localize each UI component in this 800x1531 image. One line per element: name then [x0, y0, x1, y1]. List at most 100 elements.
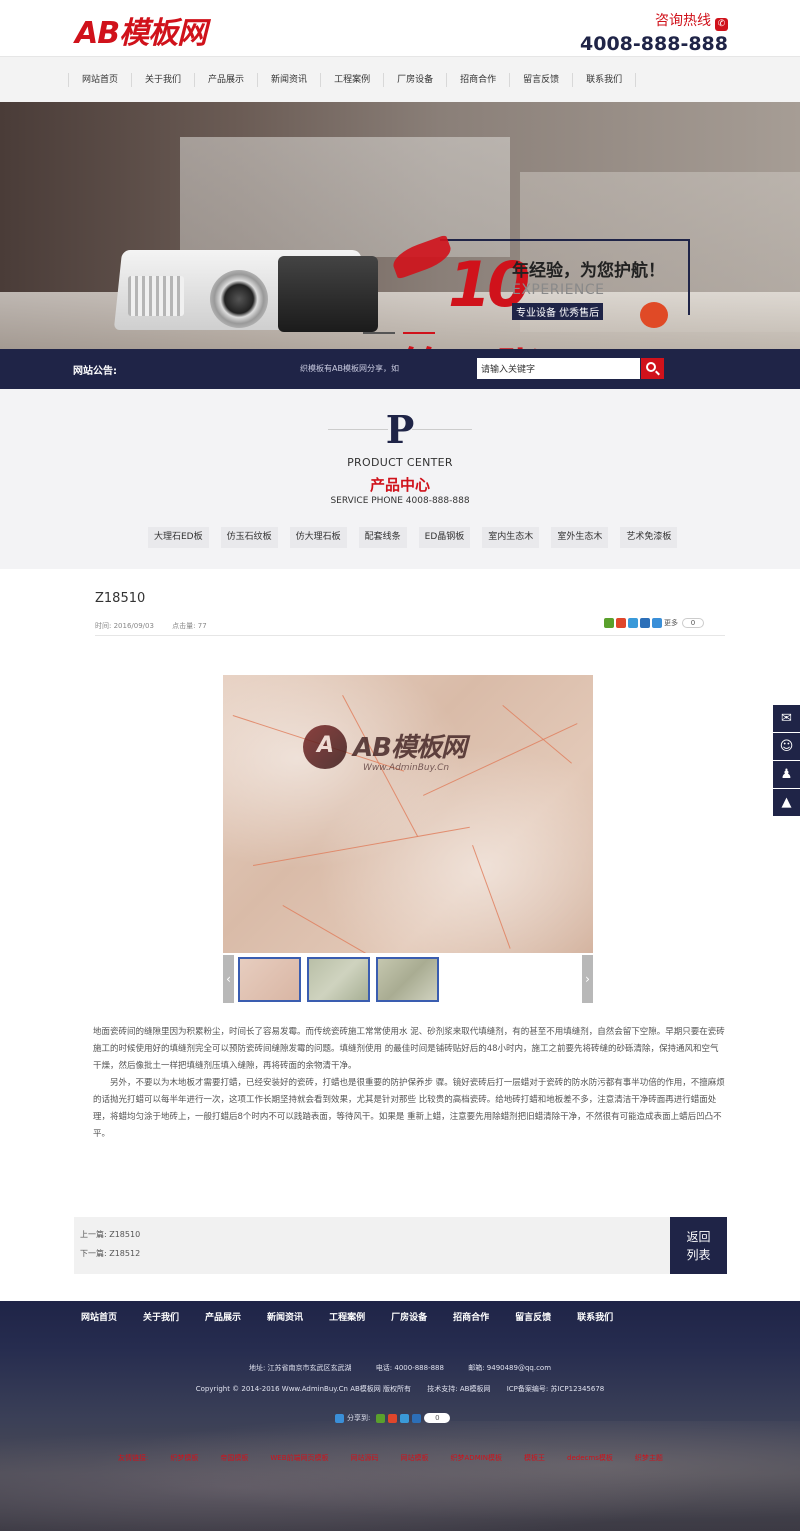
share-tencent-icon[interactable]	[628, 618, 638, 628]
footer: 网站首页 关于我们 产品展示 新闻资讯 工程案例 厂房设备 招商合作 留言反馈 …	[0, 1301, 800, 1531]
product-main-image[interactable]: A AB模板网 Www.AdminBuy.Cn	[223, 675, 593, 953]
watermark-logo: A AB模板网 Www.AdminBuy.Cn	[303, 725, 513, 785]
nav-item-news[interactable]: 新闻资讯	[257, 73, 320, 87]
nav-item-cases[interactable]: 工程案例	[320, 73, 383, 87]
chevron-left-icon[interactable]: ‹	[223, 955, 234, 1003]
site-logo[interactable]: AB模板网	[75, 8, 207, 52]
friend-link[interactable]: 织梦ADMIN模板	[451, 1453, 503, 1463]
nav-item-investment[interactable]: 招商合作	[446, 73, 509, 87]
category-tab[interactable]: 艺术免漆板	[620, 527, 678, 548]
section-title-en: PRODUCT CENTER	[347, 456, 453, 469]
banner-slider[interactable]: 10 年经验，为您护航！ EXPERIENCE 专业设备 优秀售后 第二张	[0, 102, 800, 349]
icp-number[interactable]: ICP备案编号: 苏ICP12345678	[507, 1385, 605, 1393]
category-tab[interactable]: 仿大理石板	[289, 527, 347, 548]
share-renren-icon[interactable]	[412, 1413, 422, 1423]
category-tab[interactable]: ED晶钢板	[418, 527, 471, 548]
share-count: 0	[424, 1413, 451, 1423]
footer-address: 地址: 江苏省南京市玄武区玄武湖	[248, 1364, 352, 1372]
footer-nav-item[interactable]: 留言反馈	[502, 1310, 564, 1323]
article-paragraph: 另外，不要以为木地板才需要打蜡，已经安装好的瓷砖，打蜡也是很重要的防护保养步 骤…	[93, 1078, 725, 1139]
friend-link[interactable]: 网站源码	[351, 1453, 379, 1463]
share-weibo-icon[interactable]	[616, 618, 626, 628]
friend-link[interactable]: 织梦模板	[170, 1453, 198, 1463]
share-qzone-icon[interactable]	[604, 618, 614, 628]
friend-link[interactable]: WEB前端网页模板	[270, 1453, 328, 1463]
friend-link[interactable]: dedecms模板	[567, 1453, 613, 1463]
tech-support: 技术支持: AB模板网	[427, 1385, 491, 1393]
nav-item-feedback[interactable]: 留言反馈	[509, 73, 572, 87]
friend-link[interactable]: 织梦主题	[635, 1453, 663, 1463]
section-letter: P	[385, 407, 415, 452]
footer-nav-item[interactable]: 招商合作	[440, 1310, 502, 1323]
product-detail: Z18510 时间: 2016/09/03 点击量: 77 更多 0 A AB模…	[0, 569, 800, 1301]
section-title-cn: 产品中心	[369, 476, 430, 494]
back-to-list-button[interactable]: 返回 列表	[670, 1217, 727, 1274]
chevron-right-icon[interactable]: ›	[582, 955, 593, 1003]
banner-petal-decoration	[640, 302, 668, 328]
share-plus-icon[interactable]	[335, 1413, 344, 1423]
share-more-link[interactable]: 更多	[664, 618, 678, 628]
qq-icon[interactable]: ♟	[773, 761, 800, 788]
prev-next-nav: 上一篇: Z18510 下一篇: Z18512	[74, 1217, 670, 1274]
nav-item-home[interactable]: 网站首页	[68, 73, 131, 87]
share-renren-icon[interactable]	[640, 618, 650, 628]
friend-link[interactable]: 帝国模板	[220, 1453, 248, 1463]
phone-icon: ✆	[715, 18, 728, 31]
friend-link[interactable]: 网站模板	[401, 1453, 429, 1463]
users-icon[interactable]: ☺	[773, 733, 800, 760]
search-button[interactable]	[641, 358, 664, 379]
footer-nav-item[interactable]: 产品展示	[192, 1310, 254, 1323]
top-arrow-icon[interactable]: ▲	[773, 789, 800, 816]
category-tab[interactable]: 仿玉石纹板	[220, 527, 278, 548]
chat-icon[interactable]: ✉	[773, 705, 800, 732]
footer-nav-item[interactable]: 新闻资讯	[254, 1310, 316, 1323]
footer-share-bar: 分享到: 0	[335, 1413, 451, 1423]
nav-item-products[interactable]: 产品展示	[194, 73, 257, 87]
hotline: 咨询热线 ✆ 4008-888-888	[580, 10, 728, 55]
nav-item-about[interactable]: 关于我们	[131, 73, 194, 87]
notice-text[interactable]: 织模板有AB模板网分享，如	[300, 363, 399, 374]
banner-title: 年经验，为您护航！	[512, 261, 665, 281]
notice-bar: 网站公告: 织模板有AB模板网分享，如	[0, 349, 800, 389]
category-tab[interactable]: 配套线条	[358, 527, 407, 548]
footer-nav-item[interactable]: 厂房设备	[378, 1310, 440, 1323]
main-nav: 网站首页 关于我们 产品展示 新闻资讯 工程案例 厂房设备 招商合作 留言反馈 …	[0, 56, 800, 102]
thumbnail[interactable]	[376, 957, 439, 1002]
floating-side-toolbar: ✉ ☺ ♟ ▲	[773, 705, 800, 817]
footer-nav-item[interactable]: 网站首页	[68, 1310, 130, 1323]
article-paragraph: 地面瓷砖间的缝隙里因为积累粉尘，时间长了容易发霉。而传统瓷砖施工常常使用水 泥、…	[93, 1027, 725, 1071]
publish-time: 时间: 2016/09/03	[95, 622, 154, 630]
footer-nav-item[interactable]: 联系我们	[564, 1310, 626, 1323]
friend-link[interactable]: 模板王	[524, 1453, 545, 1463]
thumbnail[interactable]	[307, 957, 370, 1002]
share-tencent-icon[interactable]	[400, 1413, 410, 1423]
footer-nav-item[interactable]: 关于我们	[130, 1310, 192, 1323]
slider-dot-active[interactable]	[403, 332, 435, 334]
share-more-icon[interactable]	[652, 618, 662, 628]
category-tab[interactable]: 室外生态木	[551, 527, 609, 548]
thumbnail[interactable]	[238, 957, 301, 1002]
copyright-text: Copyright © 2014-2016 Www.AdminBuy.Cn AB…	[195, 1385, 412, 1393]
hotline-label: 咨询热线	[655, 13, 711, 29]
banner-subtitle: EXPERIENCE	[512, 282, 605, 298]
friend-links: 友情链接: 织梦模板 帝国模板 WEB前端网页模板 网站源码 网站模板 织梦AD…	[118, 1453, 685, 1463]
friend-links-label: 友情链接:	[118, 1454, 149, 1462]
nav-item-equipment[interactable]: 厂房设备	[383, 73, 446, 87]
footer-nav-item[interactable]: 工程案例	[316, 1310, 378, 1323]
share-bar: 更多 0	[604, 618, 704, 628]
product-meta: 时间: 2016/09/03 点击量: 77	[95, 621, 207, 631]
share-weibo-icon[interactable]	[388, 1413, 398, 1423]
footer-nav: 网站首页 关于我们 产品展示 新闻资讯 工程案例 厂房设备 招商合作 留言反馈 …	[68, 1301, 626, 1331]
banner-big-text: 第二张	[400, 334, 544, 349]
share-qzone-icon[interactable]	[376, 1413, 386, 1423]
projector-image	[113, 232, 378, 332]
category-tab[interactable]: 室内生态木	[482, 527, 540, 548]
category-tab[interactable]: 大理石ED板	[148, 527, 209, 548]
next-article-link[interactable]: 下一篇: Z18512	[80, 1248, 140, 1259]
prev-article-link[interactable]: 上一篇: Z18510	[80, 1229, 140, 1240]
search-input[interactable]	[477, 358, 640, 379]
slider-dot[interactable]	[363, 332, 395, 334]
footer-contact: 地址: 江苏省南京市玄武区玄武湖 电话: 4000-888-888 邮箱: 94…	[0, 1363, 800, 1373]
nav-item-contact[interactable]: 联系我们	[572, 73, 637, 87]
footer-bg	[0, 1421, 800, 1531]
